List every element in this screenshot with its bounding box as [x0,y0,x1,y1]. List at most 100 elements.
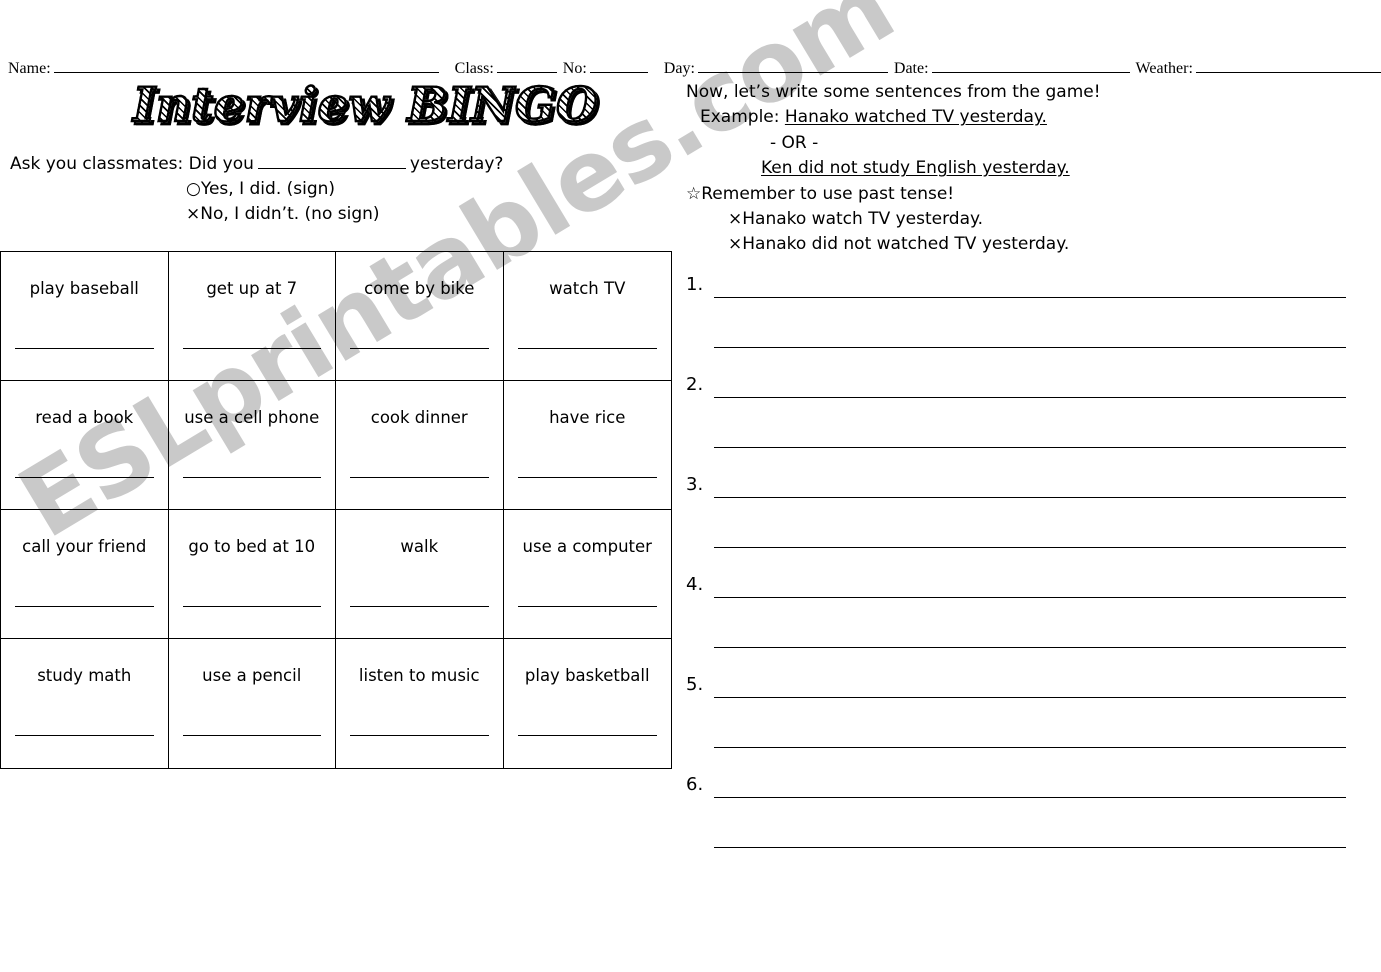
answer-option-no-label: No, I didn’t. (no sign) [200,204,380,224]
worksheet-page: ESLprintables.com Name: Class: No: Day: … [0,0,1381,972]
bingo-cell[interactable]: use a pencil [169,639,336,768]
bingo-cell-signature-line[interactable] [350,348,489,349]
bingo-cell-signature-line[interactable] [350,606,489,607]
wrong-example-2-label: Hanako did not watched TV yesterday. [742,234,1070,255]
bingo-cell-label: go to bed at 10 [188,537,316,556]
bingo-cell-label: study math [37,666,132,685]
wrong-example-2: ×Hanako did not watched TV yesterday. [686,232,1376,257]
bingo-cell[interactable]: watch TV [503,252,671,381]
ask-question-blank[interactable] [257,155,406,169]
bingo-cell[interactable]: go to bed at 10 [168,510,336,639]
example-line: Example: Hanako watched TV yesterday. [686,105,1376,130]
header-field-class: Class: [455,58,557,78]
bingo-cell[interactable]: use a cell phone [168,381,336,510]
bingo-cell-label: walk [400,537,439,556]
example-sentence-1: Hanako watched TV yesterday. [784,107,1047,128]
bingo-cell[interactable]: cook dinner [336,381,504,510]
bingo-grid: play baseball get up at 7 come by bike w… [0,251,672,769]
bingo-cell-label: have rice [549,408,626,427]
bingo-cell-label: watch TV [549,279,626,298]
answer-write-line[interactable] [714,597,1346,598]
bingo-cell-signature-line[interactable] [15,735,154,736]
answer-write-line[interactable] [714,747,1346,748]
bingo-cell[interactable]: use a computer [503,510,671,639]
star-icon: ☆ [686,183,702,204]
ask-question-line: Ask you classmates: Did you yesterday? [10,152,670,177]
header-blank-day[interactable] [697,58,888,73]
bingo-cell-signature-line[interactable] [15,606,154,607]
answer-number: 1. [686,274,704,295]
answer-write-line[interactable] [714,697,1346,698]
answer-number: 5. [686,674,704,695]
bingo-cell-label: use a cell phone [184,408,320,427]
page-title: Interview BINGO [132,78,599,133]
answer-write-line[interactable] [714,497,1346,498]
bingo-cell-signature-line[interactable] [350,735,489,736]
bingo-cell[interactable]: listen to music [336,639,504,768]
example-sentence-2: Ken did not study English yesterday. [761,158,1070,179]
header-blank-no[interactable] [589,58,648,73]
answer-write-line[interactable] [714,347,1346,348]
bingo-cell[interactable]: have rice [503,381,671,510]
header-field-no: No: [563,58,648,78]
wrong-example-1: ×Hanako watch TV yesterday. [686,207,1376,232]
answer-item: 6. [686,776,1346,876]
bingo-cell[interactable]: come by bike [336,252,504,381]
header-blank-name[interactable] [53,58,439,73]
past-tense-reminder: ☆Remember to use past tense! [686,182,1376,207]
bingo-cell-label: use a computer [522,537,652,556]
bingo-cell-label: cook dinner [370,408,468,427]
header-field-row: Name: Class: No: Day: Date: Weather: [8,58,1381,80]
cross-icon: × [728,209,743,230]
bingo-cell[interactable]: call your friend [1,510,169,639]
answer-item: 4. [686,576,1346,676]
bingo-cell-signature-line[interactable] [182,606,321,607]
bingo-cell-signature-line[interactable] [182,477,321,478]
cross-icon: × [186,204,201,224]
bingo-cell-signature-line[interactable] [517,348,657,349]
bingo-cell-signature-line[interactable] [517,606,657,607]
header-field-weather: Weather: [1136,58,1381,78]
answer-write-line[interactable] [714,797,1346,798]
or-separator: - OR - [770,132,819,153]
answer-write-line[interactable] [714,297,1346,298]
answer-item: 5. [686,676,1346,776]
bingo-cell-signature-line[interactable] [517,477,657,478]
answer-option-yes: ○Yes, I did. (sign) [186,177,670,202]
bingo-cell-signature-line[interactable] [15,477,154,478]
header-field-day: Day: [664,58,888,78]
header-blank-weather[interactable] [1195,58,1381,73]
ask-question-prefix: Ask you classmates: Did you [10,154,254,174]
answer-write-line[interactable] [714,847,1346,848]
answer-write-line[interactable] [714,447,1346,448]
answer-option-no: ×No, I didn’t. (no sign) [186,202,670,227]
circle-icon: ○ [186,179,201,199]
bingo-cell[interactable]: read a book [1,381,169,510]
header-field-date: Date: [894,58,1130,78]
answer-number: 2. [686,374,704,395]
bingo-cell-signature-line[interactable] [517,735,657,736]
bingo-cell[interactable]: walk [336,510,504,639]
answer-item: 1. [686,276,1346,376]
answer-write-line[interactable] [714,547,1346,548]
right-instructions: Now, let’s write some sentences from the… [686,80,1376,258]
bingo-cell-signature-line[interactable] [15,348,154,349]
header-label-date: Date: [893,60,929,77]
answer-write-line[interactable] [714,397,1346,398]
write-sentences-intro: Now, let’s write some sentences from the… [686,82,1101,102]
bingo-cell-signature-line[interactable] [182,735,321,736]
header-blank-date[interactable] [931,58,1130,73]
answer-lines-section: 1. 2. 3. 4. 5. 6. [686,276,1346,876]
bingo-cell-signature-line[interactable] [350,477,489,478]
bingo-cell[interactable]: play basketball [504,639,672,768]
answer-item: 3. [686,476,1346,576]
example-sentence-2-line: Ken did not study English yesterday. [686,156,1376,181]
bingo-cell[interactable]: study math [1,639,169,768]
bingo-cell[interactable]: get up at 7 [168,252,336,381]
answer-write-line[interactable] [714,647,1346,648]
bingo-cell-signature-line[interactable] [182,348,321,349]
answer-number: 4. [686,574,704,595]
example-label: Example: [700,107,780,128]
header-blank-class[interactable] [496,58,557,73]
bingo-cell[interactable]: play baseball [1,252,169,381]
